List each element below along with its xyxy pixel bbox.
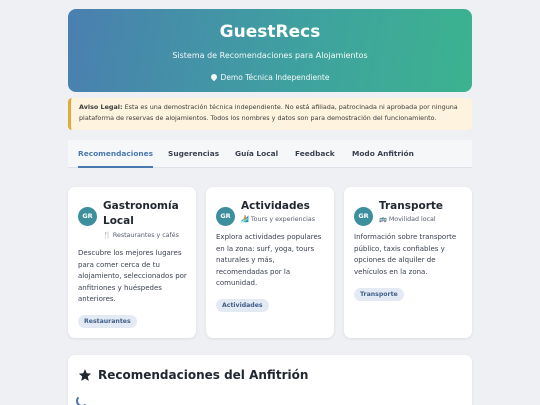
- tab-recomendaciones[interactable]: Recomendaciones: [78, 140, 154, 168]
- legal-notice-label: Aviso Legal:: [79, 103, 123, 111]
- card-subtitle: 🍴 Restaurantes y cafés: [103, 231, 179, 239]
- card-subtitle-text: Restaurantes y cafés: [112, 232, 179, 239]
- avatar: GR: [354, 207, 373, 226]
- bus-icon: 🚌: [379, 216, 387, 223]
- card-subtitle: 🚌 Movilidad local: [379, 215, 436, 223]
- tab-feedback[interactable]: Feedback: [295, 140, 335, 168]
- section-title: Recomendaciones del Anfitrión: [98, 368, 309, 382]
- card-subtitle-text: Tours y experiencias: [250, 216, 315, 223]
- tab-bar: Recomendaciones Sugerencias Guía Local F…: [68, 140, 472, 168]
- app-subtitle: Sistema de Recomendaciones para Alojamie…: [172, 51, 368, 60]
- avatar: GR: [78, 207, 97, 226]
- demo-badge: Demo Técnica Independiente: [68, 72, 472, 82]
- tab-guia-local[interactable]: Guía Local: [235, 140, 278, 168]
- legal-notice-text: Esta es una demostración técnica indepen…: [79, 103, 458, 122]
- app-header: GuestRecs Sistema de Recomendaciones par…: [68, 9, 472, 92]
- loading-spinner-icon: [76, 395, 88, 405]
- tag-actividades[interactable]: Actividades: [216, 299, 269, 312]
- avatar: GR: [216, 207, 235, 226]
- card-title: Transporte: [379, 200, 444, 212]
- demo-badge-label: Demo Técnica Independiente: [220, 73, 330, 82]
- star-icon: [78, 369, 92, 381]
- card-actividades[interactable]: GR Actividades 🏄 Tours y experiencias Ex…: [206, 187, 334, 338]
- host-recommendations-section: Recomendaciones del Anfitrión: [68, 355, 472, 405]
- app-title: GuestRecs: [219, 22, 321, 42]
- card-description: Descubre los mejores lugares para comer …: [78, 249, 187, 303]
- tab-modo-anfitrion[interactable]: Modo Anfitrión: [352, 140, 414, 168]
- card-description: Explora actividades populares en la zona…: [216, 233, 322, 287]
- tag-restaurantes[interactable]: Restaurantes: [78, 315, 137, 328]
- card-title: Gastronomía Local: [103, 200, 179, 227]
- utensils-icon: 🍴: [103, 232, 111, 239]
- map-pin-icon: [209, 72, 218, 82]
- surf-icon: 🏄: [241, 216, 249, 223]
- legal-notice: Aviso Legal: Esta es una demostración té…: [68, 98, 472, 130]
- card-subtitle: 🏄 Tours y experiencias: [241, 215, 315, 223]
- card-subtitle-text: Movilidad local: [388, 216, 436, 223]
- card-title: Actividades: [241, 200, 310, 212]
- card-description: Información sobre transporte público, ta…: [354, 233, 457, 276]
- card-transporte[interactable]: GR Transporte 🚌 Movilidad local Informac…: [344, 187, 472, 338]
- card-gastronomia[interactable]: GR Gastronomía Local 🍴 Restaurantes y ca…: [68, 187, 196, 338]
- tag-transporte[interactable]: Transporte: [354, 288, 404, 301]
- tab-sugerencias[interactable]: Sugerencias: [168, 140, 219, 168]
